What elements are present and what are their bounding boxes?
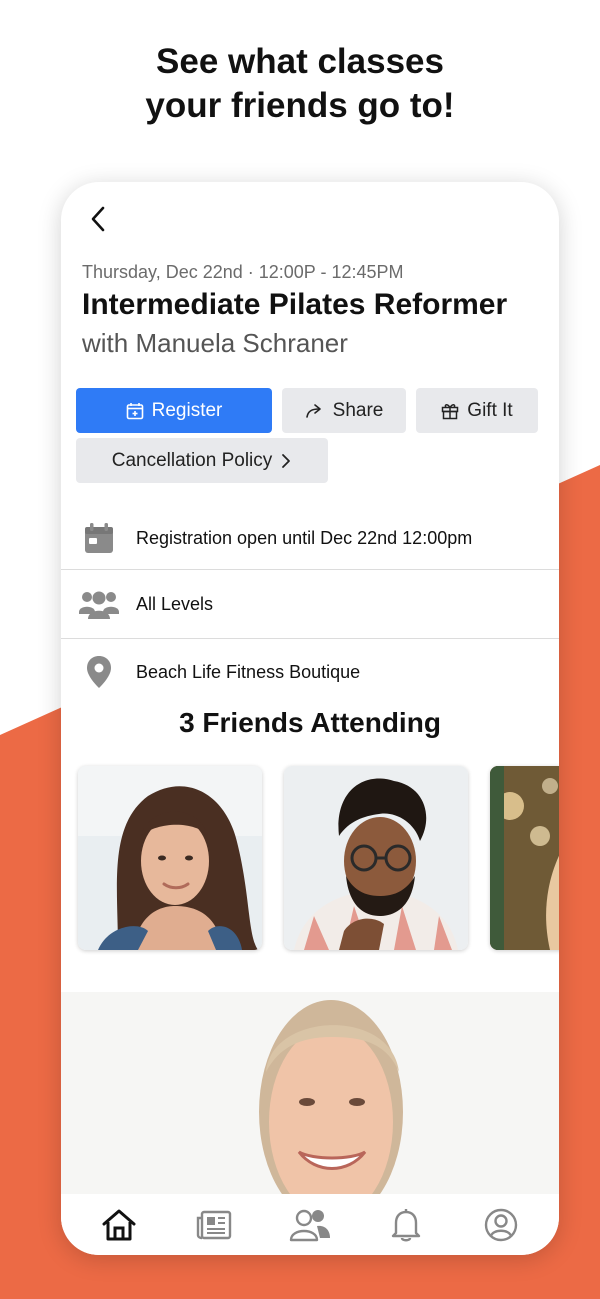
featured-friend-photo: [61, 992, 559, 1194]
tab-news[interactable]: [184, 1200, 244, 1250]
register-label: Register: [151, 399, 223, 421]
news-icon: [197, 1210, 232, 1239]
friend-photo-senior-woman: [61, 992, 559, 1194]
level-info-text: All Levels: [136, 593, 214, 614]
cancellation-policy-button[interactable]: Cancellation Policy: [76, 438, 328, 483]
chevron-right-icon: [282, 453, 291, 468]
home-icon: [102, 1209, 136, 1240]
level-info-row: All Levels: [61, 570, 559, 638]
location-info-text: Beach Life Fitness Boutique: [136, 661, 361, 682]
cancellation-label: Cancellation Policy: [111, 449, 273, 471]
gift-icon: [442, 403, 459, 419]
phone-screen: Thursday, Dec 22nd · 12:00P - 12:45PM In…: [61, 182, 559, 1255]
gift-button[interactable]: Gift It: [416, 388, 538, 433]
share-label: Share: [332, 399, 384, 421]
friend-avatar-card[interactable]: [78, 766, 262, 950]
location-pin-icon: [86, 656, 111, 688]
location-info-row[interactable]: Beach Life Fitness Boutique: [61, 638, 559, 706]
tab-home[interactable]: [89, 1200, 149, 1250]
class-date-time: Thursday, Dec 22nd · 12:00P - 12:45PM: [82, 262, 404, 282]
profile-icon: [484, 1208, 518, 1241]
friends-icon: [289, 1209, 330, 1241]
calendar-icon: [84, 523, 113, 553]
tab-notifications[interactable]: [376, 1200, 436, 1250]
calendar-add-icon: [126, 402, 143, 419]
people-icon: [78, 591, 119, 619]
tab-profile[interactable]: [471, 1200, 531, 1250]
friend-avatar-card[interactable]: [284, 766, 468, 950]
friend-photo-man: [284, 766, 468, 950]
bottom-tab-bar: [61, 1194, 559, 1255]
share-button[interactable]: Share: [282, 388, 406, 433]
marketing-headline: See what classes your friends go to!: [0, 40, 600, 128]
share-arrow-icon: [305, 403, 321, 418]
class-instructor: with Manuela Schraner: [82, 328, 348, 358]
registration-info-text: Registration open until Dec 22nd 12:00pm: [136, 527, 473, 548]
chevron-left-icon: [91, 206, 105, 232]
headline-line-1: See what classes: [156, 42, 444, 81]
headline-line-2: your friends go to!: [145, 86, 455, 125]
friend-avatar-card[interactable]: [490, 766, 559, 950]
back-button[interactable]: [83, 202, 113, 236]
registration-info-row: Registration open until Dec 22nd 12:00pm: [61, 504, 559, 572]
register-button[interactable]: Register: [76, 388, 272, 433]
tab-friends[interactable]: [280, 1200, 340, 1250]
friends-attending-title: 3 Friends Attending: [179, 707, 441, 738]
gift-label: Gift It: [467, 399, 513, 421]
friend-photo-partial: [490, 766, 559, 950]
class-title: Intermediate Pilates Reformer: [82, 288, 508, 321]
friend-photo-woman: [78, 766, 262, 950]
bell-icon: [391, 1208, 420, 1241]
